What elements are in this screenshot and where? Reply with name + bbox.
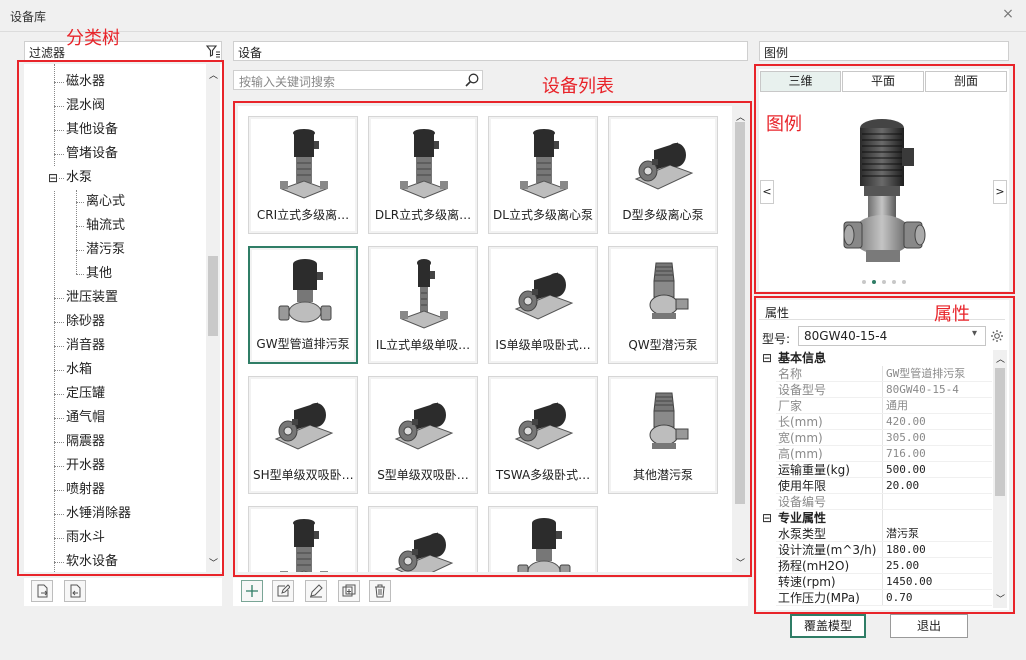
property-row[interactable]: 设备型号 80GW40-15-4 xyxy=(776,382,992,398)
add-device-button[interactable] xyxy=(241,580,263,602)
property-key: 设备编号 xyxy=(778,495,827,509)
property-row[interactable]: 使用年限 20.00 xyxy=(776,478,992,494)
window-title: 设备库 xyxy=(10,10,47,24)
section-collapse-icon[interactable]: ⊟ xyxy=(762,510,772,526)
filter-icon[interactable] xyxy=(205,43,221,59)
property-key: 运输重量(kg) xyxy=(778,463,850,477)
rename-device-button[interactable] xyxy=(305,580,327,602)
property-section-header[interactable]: ⊟ 基本信息 xyxy=(760,350,992,366)
tree-highlight-frame xyxy=(17,60,224,576)
trash-icon xyxy=(375,584,385,598)
exit-button[interactable]: 退出 xyxy=(890,614,968,638)
property-row[interactable]: 转速(rpm) 1450.00 xyxy=(776,574,992,590)
property-key: 扬程(mH2O) xyxy=(778,559,850,573)
property-section-title: 专业属性 xyxy=(778,511,827,525)
pencil-icon xyxy=(310,584,323,598)
property-key: 水泵类型 xyxy=(778,527,827,541)
property-row[interactable]: 高(mm) 716.00 xyxy=(776,446,992,462)
property-row[interactable]: 厂家 通用 xyxy=(776,398,992,414)
plus-icon xyxy=(246,585,258,597)
export-icon xyxy=(70,584,81,598)
copy-icon xyxy=(342,584,356,597)
property-row[interactable]: 宽(mm) 305.00 xyxy=(776,430,992,446)
property-key: 工作压力(MPa) xyxy=(778,591,860,605)
property-value[interactable]: 500.00 xyxy=(886,462,990,478)
device-header: 设备 xyxy=(233,41,748,61)
property-value[interactable]: 180.00 xyxy=(886,542,990,558)
list-highlight-frame xyxy=(233,101,752,577)
property-key: 设备型号 xyxy=(778,383,827,397)
property-row[interactable]: 水泵类型 潜污泵 xyxy=(776,526,992,542)
copy-device-button[interactable] xyxy=(338,580,360,602)
search-placeholder: 按输入关键词搜索 xyxy=(239,75,336,89)
property-value: 通用 xyxy=(886,399,908,412)
property-row[interactable]: 设备编号 xyxy=(776,494,992,510)
property-value[interactable]: 20.00 xyxy=(886,478,990,494)
property-row[interactable]: 长(mm) 420.00 xyxy=(776,414,992,430)
property-key: 长(mm) xyxy=(778,415,823,429)
import-icon xyxy=(37,584,48,598)
property-row[interactable]: 工作压力(MPa) 0.70 xyxy=(776,590,992,606)
list-annotation: 设备列表 xyxy=(542,76,614,97)
property-key: 设计流量(m^3/h) xyxy=(778,543,877,557)
search-icon[interactable] xyxy=(464,72,480,88)
override-model-button[interactable]: 覆盖模型 xyxy=(790,614,866,638)
property-key: 使用年限 xyxy=(778,479,827,493)
title-bar: 设备库 × xyxy=(0,0,1026,32)
filter-field[interactable]: 过滤器 xyxy=(24,41,222,61)
tree-toolbar xyxy=(24,578,222,606)
property-row[interactable]: 名称 GW型管道排污泵 xyxy=(776,366,992,382)
property-value[interactable]: 1450.00 xyxy=(886,574,990,590)
property-value[interactable]: 25.00 xyxy=(886,558,990,574)
tree-annotation: 分类树 xyxy=(66,28,120,49)
property-value: 716.00 xyxy=(886,447,926,460)
property-value: 80GW40-15-4 xyxy=(886,383,959,396)
property-value: 305.00 xyxy=(886,431,926,444)
delete-device-button[interactable] xyxy=(369,580,391,602)
property-row[interactable]: 扬程(mH2O) 25.00 xyxy=(776,558,992,574)
close-icon[interactable]: × xyxy=(1000,6,1016,24)
property-value: 420.00 xyxy=(886,415,926,428)
property-key: 名称 xyxy=(778,367,803,381)
edit-icon xyxy=(277,584,290,597)
property-row[interactable]: 设计流量(m^3/h) 180.00 xyxy=(776,542,992,558)
property-row[interactable]: 运输重量(kg) 500.00 xyxy=(776,462,992,478)
section-collapse-icon[interactable]: ⊟ xyxy=(762,350,772,366)
property-value: GW型管道排污泵 xyxy=(886,367,966,380)
property-section-title: 基本信息 xyxy=(778,351,827,365)
property-grid xyxy=(0,0,1,1)
property-key: 宽(mm) xyxy=(778,431,823,445)
property-value[interactable]: 潜污泵 xyxy=(886,526,990,542)
import-button[interactable] xyxy=(31,580,53,602)
export-button[interactable] xyxy=(64,580,86,602)
property-key: 高(mm) xyxy=(778,447,823,461)
property-value[interactable]: 0.70 xyxy=(886,590,990,606)
legend-highlight-frame xyxy=(754,64,1015,294)
property-key: 转速(rpm) xyxy=(778,575,836,589)
device-header-label: 设备 xyxy=(238,46,263,60)
property-key: 厂家 xyxy=(778,399,803,413)
legend-header: 图例 xyxy=(759,41,1009,61)
legend-header-label: 图例 xyxy=(764,46,789,60)
edit-device-button[interactable] xyxy=(272,580,294,602)
filter-label: 过滤器 xyxy=(29,46,66,60)
search-input[interactable]: 按输入关键词搜索 xyxy=(233,70,483,90)
property-section-header[interactable]: ⊟ 专业属性 xyxy=(760,510,992,526)
